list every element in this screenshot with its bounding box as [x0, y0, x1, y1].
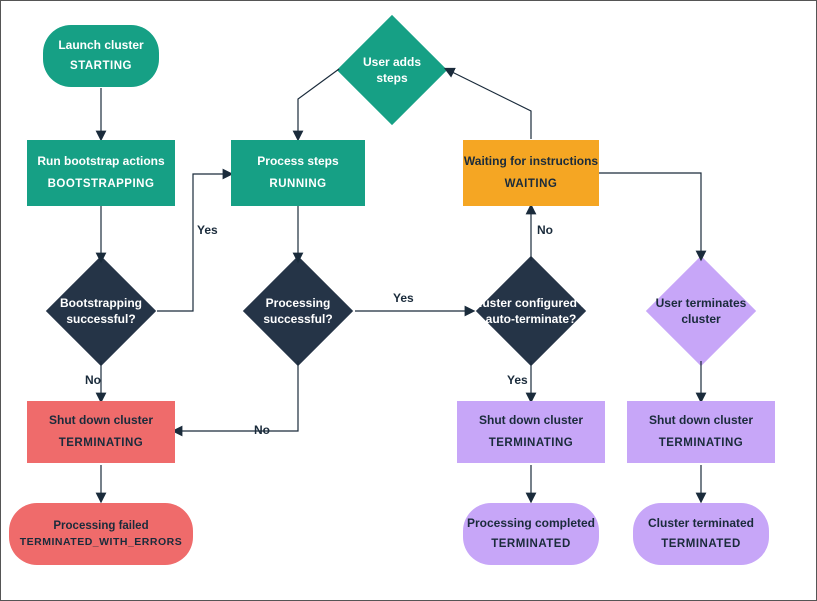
edge-label-no: No — [537, 223, 553, 237]
node-label: Cluster terminated — [648, 515, 754, 531]
decision-bootstrapping-successful: Bootstrapping successful? — [46, 256, 156, 366]
state-terminated-completed: Processing completed TERMINATED — [463, 503, 599, 565]
edge-label-no: No — [85, 373, 101, 387]
edge-label-yes: Yes — [393, 291, 414, 305]
node-label: Shut down cluster — [49, 412, 153, 428]
node-status: TERMINATED — [661, 537, 741, 553]
node-status: TERMINATING — [489, 436, 574, 452]
state-running: Process steps RUNNING — [231, 140, 365, 206]
decision-user-terminates: User terminates cluster — [646, 256, 756, 366]
decision-user-adds-steps: User adds steps — [337, 15, 447, 125]
node-label: Shut down cluster — [649, 412, 753, 428]
state-starting: Launch cluster STARTING — [43, 25, 159, 87]
state-bootstrapping: Run bootstrap actions BOOTSTRAPPING — [27, 140, 175, 206]
edge-label-no: No — [254, 423, 270, 437]
node-label: Processing failed — [53, 519, 148, 535]
state-terminated-error: Processing failed TERMINATED_WITH_ERRORS — [9, 503, 193, 565]
node-label: Cluster configured to auto-terminate? — [462, 295, 600, 327]
flowchart-canvas: Launch cluster STARTING Run bootstrap ac… — [0, 0, 817, 601]
state-terminating-auto: Shut down cluster TERMINATING — [457, 401, 605, 463]
node-label: Process steps — [257, 153, 338, 169]
node-label: Waiting for instructions — [464, 153, 598, 169]
edge-label-yes: Yes — [197, 223, 218, 237]
node-label: Processing completed — [467, 515, 595, 531]
decision-processing-successful: Processing successful? — [243, 256, 353, 366]
state-terminating-user: Shut down cluster TERMINATING — [627, 401, 775, 463]
node-label: Bootstrapping successful? — [42, 295, 160, 327]
node-label: Run bootstrap actions — [37, 153, 164, 169]
node-status: TERMINATING — [59, 436, 144, 452]
state-terminating-error: Shut down cluster TERMINATING — [27, 401, 175, 463]
node-label: User adds steps — [348, 54, 436, 86]
node-status: TERMINATED — [491, 537, 571, 553]
edge-label-yes: Yes — [507, 373, 528, 387]
node-status: RUNNING — [269, 177, 326, 193]
state-waiting: Waiting for instructions WAITING — [463, 140, 599, 206]
node-label: Processing successful? — [239, 295, 357, 327]
node-label: Launch cluster — [58, 37, 143, 53]
node-status: STARTING — [70, 59, 132, 75]
decision-auto-terminate: Cluster configured to auto-terminate? — [476, 256, 586, 366]
state-terminated-user: Cluster terminated TERMINATED — [633, 503, 769, 565]
node-label: Shut down cluster — [479, 412, 583, 428]
node-status: BOOTSTRAPPING — [48, 177, 155, 193]
node-status: TERMINATING — [659, 436, 744, 452]
node-status: WAITING — [505, 177, 558, 193]
node-label: User terminates cluster — [637, 295, 765, 327]
node-status: TERMINATED_WITH_ERRORS — [20, 535, 182, 549]
